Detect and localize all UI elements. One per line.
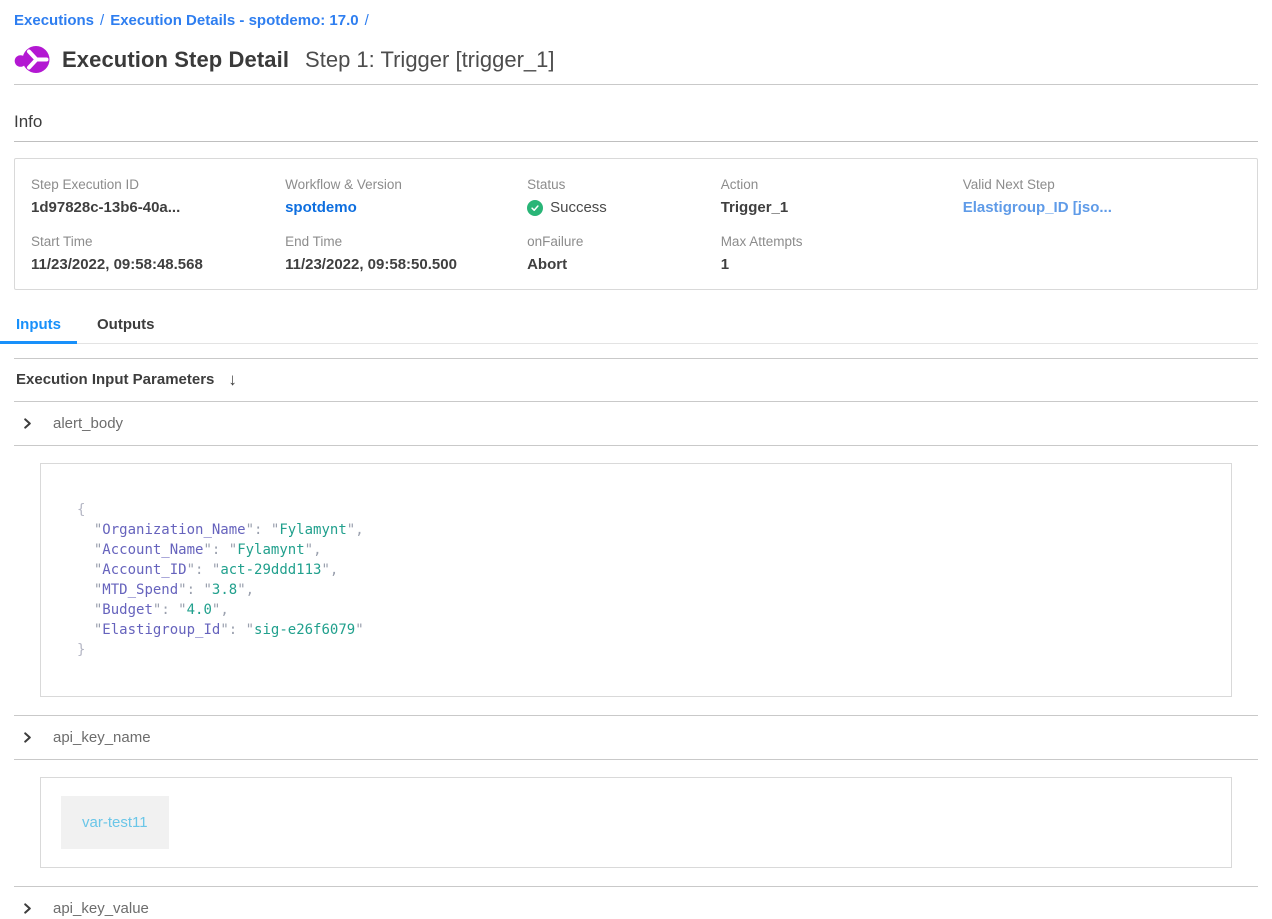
info-grid: Step Execution ID 1d97828c-13b6-40a... W… <box>31 177 1241 273</box>
param-label: api_key_name <box>53 729 151 746</box>
section-divider <box>14 759 1258 760</box>
field-value: 1 <box>721 256 963 273</box>
success-check-icon <box>527 200 543 216</box>
field-value: 11/23/2022, 09:58:50.500 <box>285 256 527 273</box>
field-value: 1d97828c-13b6-40a... <box>31 199 285 216</box>
field-status: Status Success <box>527 177 721 216</box>
param-row-api-key-value[interactable]: api_key_value <box>14 887 1258 919</box>
json-code: { "Organization_Name": "Fylamynt", "Acco… <box>77 500 1211 660</box>
execution-step-detail-page: Executions / Execution Details - spotdem… <box>0 12 1272 290</box>
field-label: End Time <box>285 234 527 249</box>
field-label: Status <box>527 177 721 192</box>
field-step-execution-id: Step Execution ID 1d97828c-13b6-40a... <box>31 177 285 216</box>
breadcrumb-execution-details[interactable]: Execution Details - spotdemo: 17.0 <box>110 12 358 29</box>
tabs-and-params: Inputs Outputs Execution Input Parameter… <box>0 316 1272 919</box>
chevron-right-icon <box>22 732 33 743</box>
field-value: 11/23/2022, 09:58:48.568 <box>31 256 285 273</box>
chevron-right-icon <box>22 903 33 914</box>
tab-outputs[interactable]: Outputs <box>95 316 157 343</box>
fylamynt-logo-icon <box>14 44 50 75</box>
breadcrumb: Executions / Execution Details - spotdem… <box>14 12 1258 29</box>
api-key-name-value: var-test11 <box>61 796 169 849</box>
field-max-attempts: Max Attempts 1 <box>721 234 963 273</box>
field-end-time: End Time 11/23/2022, 09:58:50.500 <box>285 234 527 273</box>
info-section-heading: Info <box>14 85 1258 132</box>
breadcrumb-separator: / <box>365 12 369 29</box>
breadcrumb-separator: / <box>100 12 104 29</box>
field-onfailure: onFailure Abort <box>527 234 721 273</box>
section-divider <box>14 445 1258 446</box>
api-key-name-value-panel: var-test11 <box>40 777 1232 868</box>
field-start-time: Start Time 11/23/2022, 09:58:48.568 <box>31 234 285 273</box>
breadcrumb-executions[interactable]: Executions <box>14 12 94 29</box>
field-label: onFailure <box>527 234 721 249</box>
down-arrow-icon[interactable]: ↓ <box>228 371 237 388</box>
field-empty <box>963 234 1241 273</box>
page-title: Execution Step Detail <box>62 47 289 73</box>
info-card: Step Execution ID 1d97828c-13b6-40a... W… <box>14 158 1258 290</box>
field-label: Max Attempts <box>721 234 963 249</box>
page-header: Execution Step Detail Step 1: Trigger [t… <box>14 44 1258 75</box>
field-label: Workflow & Version <box>285 177 527 192</box>
field-label: Action <box>721 177 963 192</box>
status-badge: Success <box>527 199 721 216</box>
tab-bar: Inputs Outputs <box>0 316 1258 344</box>
status-text: Success <box>550 199 607 216</box>
next-step-link[interactable]: Elastigroup_ID [jso... <box>963 199 1241 216</box>
field-value: Abort <box>527 256 721 273</box>
field-label: Step Execution ID <box>31 177 285 192</box>
field-label: Start Time <box>31 234 285 249</box>
info-divider <box>14 141 1258 142</box>
field-value: Trigger_1 <box>721 199 963 216</box>
tab-inputs[interactable]: Inputs <box>14 316 63 343</box>
params-header: Execution Input Parameters ↓ <box>14 359 1258 401</box>
param-row-alert-body[interactable]: alert_body <box>14 402 1258 445</box>
param-label: api_key_value <box>53 900 149 917</box>
field-workflow-version: Workflow & Version spotdemo <box>285 177 527 216</box>
field-valid-next-step: Valid Next Step Elastigroup_ID [jso... <box>963 177 1241 216</box>
field-label: Valid Next Step <box>963 177 1241 192</box>
alert-body-value-panel: { "Organization_Name": "Fylamynt", "Acco… <box>40 463 1232 697</box>
page-subtitle: Step 1: Trigger [trigger_1] <box>305 47 554 73</box>
params-header-label: Execution Input Parameters <box>16 371 214 388</box>
param-label: alert_body <box>53 415 123 432</box>
workflow-link[interactable]: spotdemo <box>285 199 527 216</box>
field-action: Action Trigger_1 <box>721 177 963 216</box>
param-row-api-key-name[interactable]: api_key_name <box>14 716 1258 759</box>
chevron-right-icon <box>22 418 33 429</box>
